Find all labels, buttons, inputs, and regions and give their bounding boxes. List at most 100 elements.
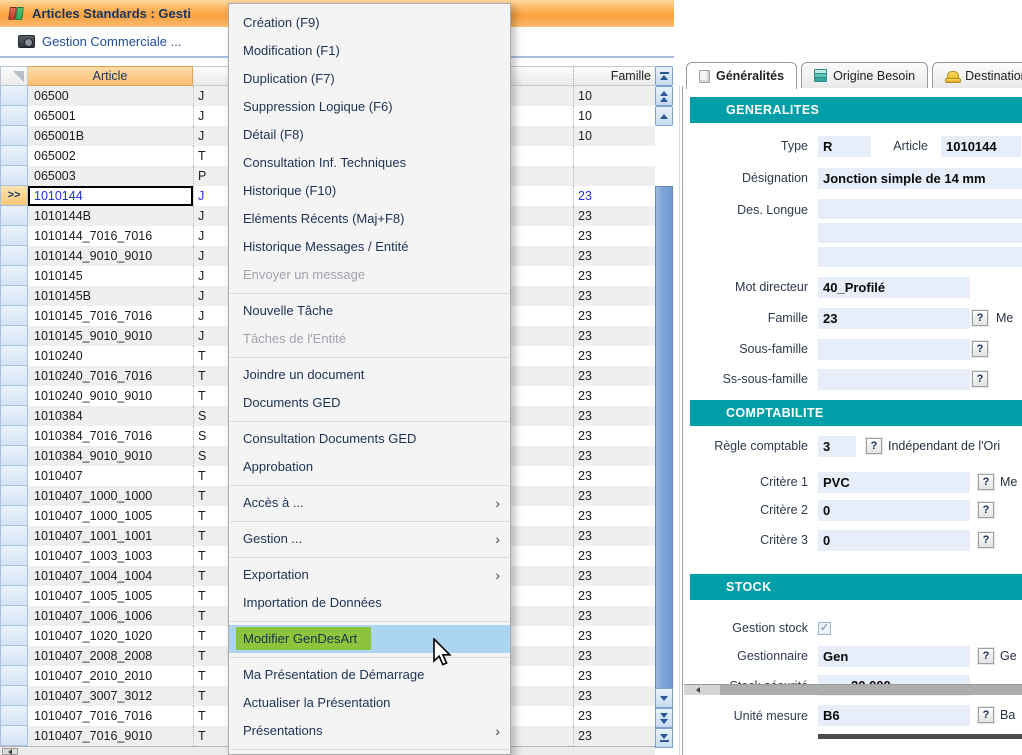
scroll-to-bottom-button[interactable] xyxy=(655,728,673,748)
critere2-help-button[interactable]: ? xyxy=(978,502,994,518)
form-scrollbar-thumb[interactable] xyxy=(818,734,1022,739)
ss-sous-famille-help-button[interactable]: ? xyxy=(972,371,988,387)
row-header-cell[interactable] xyxy=(0,146,28,166)
menu-item-gestion[interactable]: Gestion ...› xyxy=(229,525,510,553)
article-cell[interactable]: 065002 xyxy=(28,146,193,166)
famille-cell[interactable]: 23 xyxy=(573,546,655,566)
scroll-page-up-button[interactable] xyxy=(655,86,673,106)
article-cell[interactable]: 1010144B xyxy=(28,206,193,226)
famille-cell[interactable]: 23 xyxy=(573,706,655,726)
menu-item-pr-sentations[interactable]: Présentations› xyxy=(229,717,510,745)
row-header-cell[interactable] xyxy=(0,326,28,346)
article-cell[interactable]: 1010407_1004_1004 xyxy=(28,566,193,586)
scroll-page-down-button[interactable] xyxy=(655,708,673,728)
row-header-cell[interactable] xyxy=(0,686,28,706)
row-header-cell[interactable] xyxy=(0,626,28,646)
famille-cell[interactable]: 23 xyxy=(573,306,655,326)
article-cell[interactable]: 1010240 xyxy=(28,346,193,366)
critere2-field[interactable]: 0 xyxy=(818,500,970,521)
column-header-article[interactable]: Article xyxy=(28,66,193,86)
famille-cell[interactable]: 23 xyxy=(573,586,655,606)
row-header-cell[interactable] xyxy=(0,506,28,526)
article-cell[interactable]: 1010407_1003_1003 xyxy=(28,546,193,566)
article-cell[interactable]: 1010145_9010_9010 xyxy=(28,326,193,346)
article-cell[interactable]: 1010144 xyxy=(28,186,193,206)
row-header-cell[interactable] xyxy=(0,166,28,186)
article-cell[interactable]: 1010145_7016_7016 xyxy=(28,306,193,326)
famille-field[interactable]: 23 xyxy=(818,308,970,329)
menu-item-exportation[interactable]: Exportation› xyxy=(229,561,510,589)
article-cell[interactable]: 1010145 xyxy=(28,266,193,286)
scroll-to-top-button[interactable] xyxy=(655,66,673,86)
row-header-cell[interactable] xyxy=(0,366,28,386)
article-cell[interactable]: 1010384_7016_7016 xyxy=(28,426,193,446)
unite-mesure-help-button[interactable]: ? xyxy=(978,707,994,723)
row-header-cell[interactable] xyxy=(0,486,28,506)
panel-horizontal-scrollbar[interactable] xyxy=(684,684,1022,695)
row-header-cell[interactable] xyxy=(0,286,28,306)
article-cell[interactable]: 1010144_7016_7016 xyxy=(28,226,193,246)
mot-directeur-field[interactable]: 40_Profilé xyxy=(818,277,970,298)
row-header-cell[interactable] xyxy=(0,86,28,106)
menu-item-consultation-documents-ged[interactable]: Consultation Documents GED xyxy=(229,425,510,453)
row-header-cell[interactable] xyxy=(0,406,28,426)
row-header-cell[interactable] xyxy=(0,306,28,326)
article-cell[interactable]: 1010144_9010_9010 xyxy=(28,246,193,266)
row-header-cell[interactable] xyxy=(0,106,28,126)
row-header-cell[interactable] xyxy=(0,386,28,406)
famille-cell[interactable]: 23 xyxy=(573,286,655,306)
article-cell[interactable]: 1010407_2008_2008 xyxy=(28,646,193,666)
row-header-cell[interactable]: >> xyxy=(0,186,28,206)
designation-field[interactable]: Jonction simple de 14 mm xyxy=(818,168,1022,189)
row-header-cell[interactable] xyxy=(0,446,28,466)
row-header-cell[interactable] xyxy=(0,666,28,686)
article-cell[interactable]: 1010407_3007_3012 xyxy=(28,686,193,706)
famille-cell[interactable]: 23 xyxy=(573,486,655,506)
famille-cell[interactable]: 23 xyxy=(573,226,655,246)
type-field[interactable]: R xyxy=(818,136,871,157)
menu-item-modifier-gendesart[interactable]: Modifier GenDesArt xyxy=(229,625,510,653)
row-header-cell[interactable] xyxy=(0,346,28,366)
famille-cell[interactable]: 23 xyxy=(573,506,655,526)
grid-vertical-scrollbar[interactable] xyxy=(655,66,673,755)
sous-famille-field[interactable] xyxy=(818,339,970,360)
article-cell[interactable]: 1010407_2010_2010 xyxy=(28,666,193,686)
famille-cell[interactable]: 23 xyxy=(573,366,655,386)
menu-item-acc-s[interactable]: Accès à ...› xyxy=(229,489,510,517)
famille-cell[interactable]: 23 xyxy=(573,386,655,406)
menu-item-modification-f1[interactable]: Modification (F1) xyxy=(229,37,510,65)
menu-item-documents-ged[interactable]: Documents GED xyxy=(229,389,510,417)
row-header-cell[interactable] xyxy=(0,646,28,666)
critere3-field[interactable]: 0 xyxy=(818,530,970,551)
scrollbar-thumb[interactable] xyxy=(655,186,673,748)
famille-cell[interactable]: 23 xyxy=(573,686,655,706)
row-header-cell[interactable] xyxy=(0,246,28,266)
famille-cell[interactable]: 23 xyxy=(573,606,655,626)
famille-cell[interactable]: 23 xyxy=(573,406,655,426)
famille-cell[interactable]: 10 xyxy=(573,86,655,106)
article-cell[interactable]: 1010145B xyxy=(28,286,193,306)
famille-cell[interactable]: 23 xyxy=(573,426,655,446)
famille-cell[interactable]: 10 xyxy=(573,126,655,146)
famille-cell[interactable]: 23 xyxy=(573,466,655,486)
unite-mesure-field[interactable]: B6 xyxy=(818,705,970,726)
gestionnaire-help-button[interactable]: ? xyxy=(978,648,994,664)
menu-item-historique-messages-entit[interactable]: Historique Messages / Entité xyxy=(229,233,510,261)
article-cell[interactable]: 1010407_1020_1020 xyxy=(28,626,193,646)
menu-item-suppression-logique-f6[interactable]: Suppression Logique (F6) xyxy=(229,93,510,121)
row-header-cell[interactable] xyxy=(0,606,28,626)
tab-destination[interactable]: Destination xyxy=(932,62,1022,88)
famille-cell[interactable]: 23 xyxy=(573,646,655,666)
row-header-cell[interactable] xyxy=(0,426,28,446)
article-cell[interactable]: 1010240_9010_9010 xyxy=(28,386,193,406)
famille-cell[interactable]: 23 xyxy=(573,566,655,586)
column-header-famille[interactable]: Famille xyxy=(573,66,655,86)
article-cell[interactable]: 065003 xyxy=(28,166,193,186)
article-cell[interactable]: 1010240_7016_7016 xyxy=(28,366,193,386)
row-header-cell[interactable] xyxy=(0,226,28,246)
famille-cell[interactable] xyxy=(573,166,655,186)
critere1-field[interactable]: PVC xyxy=(818,472,970,493)
famille-cell[interactable]: 23 xyxy=(573,446,655,466)
famille-cell[interactable]: 23 xyxy=(573,346,655,366)
scroll-down-button[interactable] xyxy=(655,688,673,708)
